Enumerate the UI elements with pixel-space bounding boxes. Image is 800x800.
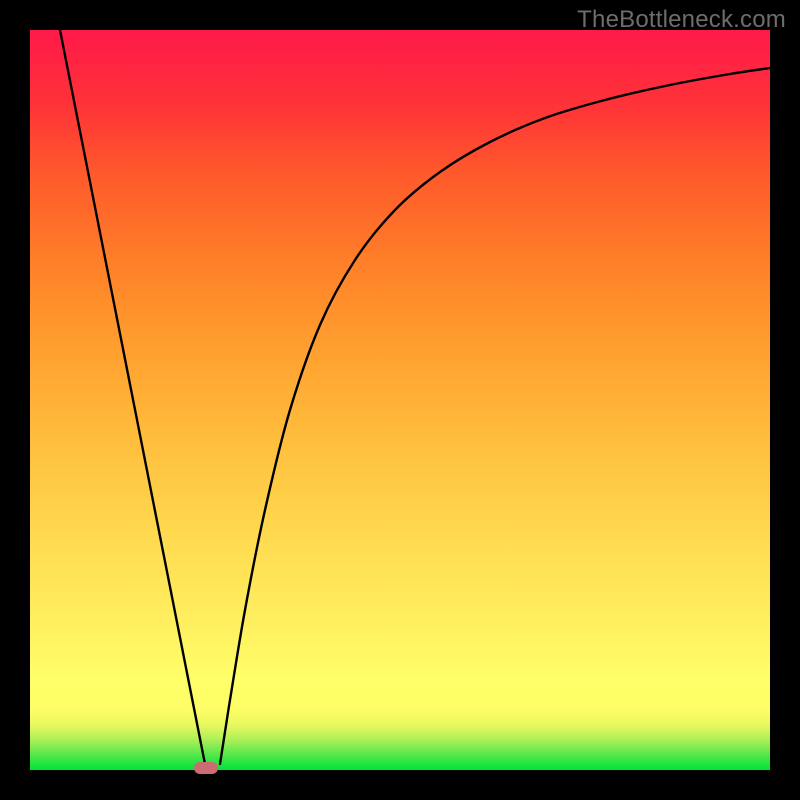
plot-area bbox=[30, 30, 770, 770]
trough-marker bbox=[194, 762, 218, 774]
curve-layer bbox=[30, 30, 770, 770]
right-branch-line bbox=[220, 68, 770, 764]
chart-frame: TheBottleneck.com bbox=[0, 0, 800, 800]
left-branch-line bbox=[60, 30, 205, 764]
